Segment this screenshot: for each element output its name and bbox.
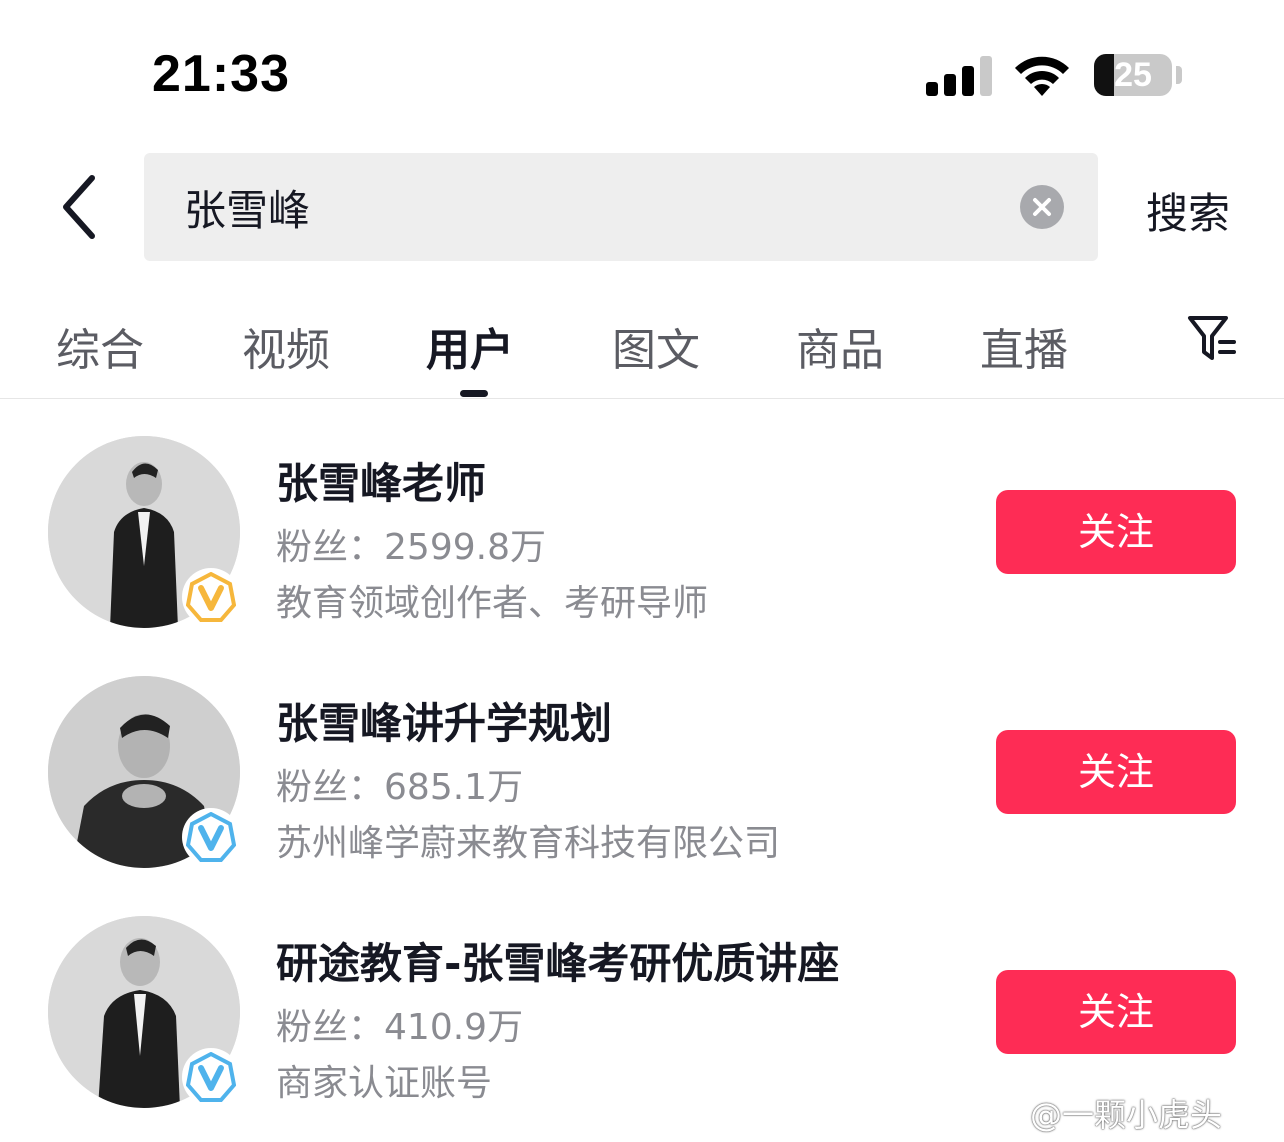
user-name: 张雪峰老师 (276, 459, 487, 508)
battery-tip (1176, 66, 1182, 84)
user-description: 苏州峰学蔚来教育科技有限公司 (276, 823, 781, 864)
tab-image-text[interactable]: 图文 (612, 314, 700, 378)
search-box[interactable] (144, 153, 1098, 261)
user-result-row[interactable]: 张雪峰讲升学规划 粉丝：685.1万 苏州峰学蔚来教育科技有限公司 关注 (0, 660, 1284, 890)
filter-icon[interactable] (1186, 312, 1238, 364)
user-result-row[interactable]: 张雪峰老师 粉丝：2599.8万 教育领域创作者、考研导师 关注 (0, 420, 1284, 650)
back-arrow-icon[interactable] (56, 172, 104, 242)
active-tab-indicator (460, 390, 488, 397)
blue-verified-icon (182, 808, 240, 866)
fans-label: 粉丝： (276, 1007, 385, 1048)
tab-users[interactable]: 用户 (426, 314, 514, 378)
user-name: 张雪峰讲升学规划 (276, 699, 613, 748)
blue-verified-icon (182, 1048, 240, 1106)
fans-label: 粉丝： (276, 527, 385, 568)
follow-button[interactable]: 关注 (996, 970, 1236, 1054)
tab-videos[interactable]: 视频 (242, 314, 330, 378)
close-icon (1033, 198, 1051, 216)
user-description: 教育领域创作者、考研导师 (276, 583, 709, 624)
fans-count: 粉丝：685.1万 (276, 758, 523, 810)
status-time: 21:33 (152, 45, 290, 103)
fans-count: 粉丝：410.9万 (276, 998, 523, 1050)
follow-button[interactable]: 关注 (996, 490, 1236, 574)
cellular-signal-icon (926, 56, 992, 96)
gold-verified-icon (182, 568, 240, 626)
clear-search-button[interactable] (1020, 185, 1064, 229)
user-name: 研途教育-张雪峰考研优质讲座 (276, 939, 840, 988)
fans-value: 2599.8万 (384, 527, 546, 568)
tab-live[interactable]: 直播 (980, 314, 1068, 378)
battery-icon: 25 (1094, 54, 1172, 96)
battery-percent: 25 (1114, 56, 1152, 94)
search-input[interactable] (184, 153, 1004, 261)
wifi-icon (1015, 56, 1069, 96)
search-button[interactable]: 搜索 (1146, 180, 1230, 241)
search-tabs: 综合 视频 用户 图文 商品 直播 (0, 300, 1284, 399)
tab-products[interactable]: 商品 (796, 314, 884, 378)
user-description: 商家认证账号 (276, 1063, 493, 1104)
follow-button[interactable]: 关注 (996, 730, 1236, 814)
fans-label: 粉丝： (276, 767, 385, 808)
fans-count: 粉丝：2599.8万 (276, 518, 546, 570)
tab-comprehensive[interactable]: 综合 (56, 314, 144, 378)
watermark: @一颗小虎头 (1030, 1096, 1223, 1134)
fans-value: 685.1万 (384, 767, 524, 808)
fans-value: 410.9万 (384, 1007, 524, 1048)
